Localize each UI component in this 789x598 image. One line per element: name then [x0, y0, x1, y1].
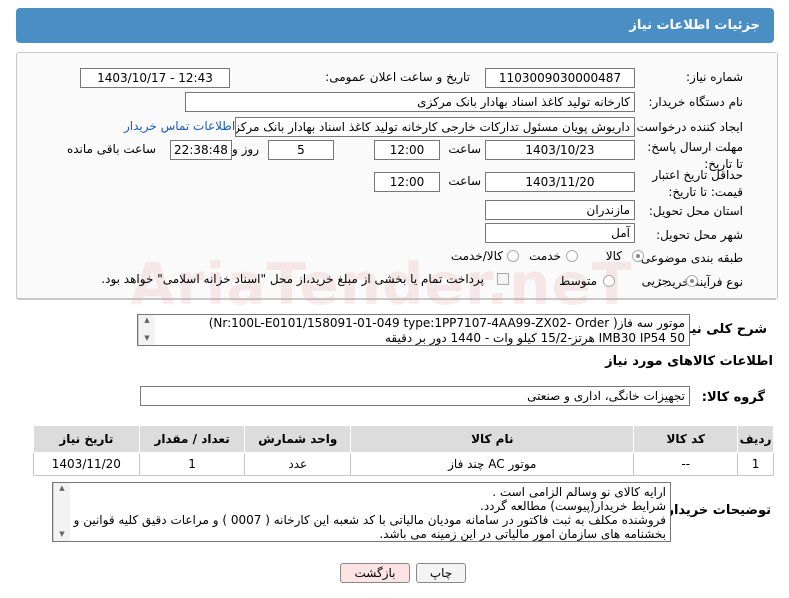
goods-table: ردیف کد کالا نام کالا واحد شمارش تعداد /…	[33, 425, 774, 476]
process-option-minor: جزیی	[641, 274, 669, 288]
col-code: کد کالا	[633, 425, 739, 453]
buyer-notes-scrollbar[interactable]: ▲ ▼	[53, 483, 70, 541]
goods-group-field: تجهیزات خانگی، اداری و صنعتی	[140, 386, 690, 406]
province-label: استان محل تحویل:	[648, 204, 743, 218]
buyer-notes-label: توضیحات خریدار:	[661, 503, 771, 518]
process-radio-medium[interactable]	[603, 275, 615, 287]
announce-field: 1403/10/17 - 12:43	[80, 68, 230, 88]
validity-time-label: ساعت	[448, 174, 481, 188]
category-label: طبقه بندی موضوعی:	[636, 251, 743, 265]
buyer-notes-box: ▲ ▼ ارایه کالای نو وسالم الزامی است . شر…	[52, 482, 671, 542]
cell-row: 1	[737, 452, 774, 476]
announce-label: تاریخ و ساعت اعلان عمومی:	[325, 70, 470, 84]
print-button[interactable]: چاپ	[416, 563, 466, 583]
city-label: شهر محل تحویل:	[656, 228, 743, 242]
category-radio-goods[interactable]	[632, 250, 644, 262]
need-number-label: شماره نیاز:	[686, 70, 743, 84]
description-line-2: 50 IMB30 IP54 هرتز-15/2 کیلو وات - 1440 …	[384, 331, 685, 345]
remaining-time-field: 22:38:48	[170, 140, 232, 160]
goods-group-label: گروه کالا:	[701, 390, 765, 405]
process-option-medium: متوسط	[559, 274, 597, 288]
category-option-goods: کالا	[605, 249, 622, 263]
days-field: 5	[268, 140, 334, 160]
validity-time-field: 12:00	[374, 172, 440, 192]
deadline-date-field: 1403/10/23	[485, 140, 635, 160]
buyer-notes-line-2: شرایط خریدار(پیوست) مطالعه گردد.	[480, 499, 666, 513]
separator	[16, 298, 776, 299]
goods-section-title: اطلاعات کالاهای مورد نیاز	[605, 354, 773, 369]
requester-label: ایجاد کننده درخواست:	[632, 120, 743, 134]
buyer-org-label: نام دستگاه خریدار:	[648, 95, 744, 109]
cell-date: 1403/11/20	[33, 452, 140, 476]
category-option-service: خدمت	[529, 249, 561, 263]
category-radio-goods-service[interactable]	[507, 250, 519, 262]
buyer-notes-line-3: فروشنده مکلف به ثبت فاکتور در سامانه مود…	[73, 513, 666, 527]
deadline-time-field: 12:00	[374, 140, 440, 160]
col-qty: تعداد / مقدار	[138, 425, 246, 453]
validity-date-field: 1403/11/20	[485, 172, 635, 192]
treasury-checkbox[interactable]	[497, 273, 509, 285]
col-unit: واحد شمارش	[244, 425, 352, 453]
col-row: ردیف	[737, 425, 774, 453]
page-header: جزئیات اطلاعات نیاز	[16, 8, 774, 43]
requester-field: داریوش پویان مسئول تدارکات خارجی کارخانه…	[235, 117, 635, 137]
page-title: جزئیات اطلاعات نیاز	[629, 18, 760, 33]
buyer-org-field: کارخانه تولید کاغذ اسناد بهادار بانک مرک…	[185, 92, 635, 112]
category-radio-service[interactable]	[566, 250, 578, 262]
city-field: آمل	[485, 223, 635, 243]
deadline-time-label: ساعت	[448, 142, 481, 156]
process-label: نوع فرآیند خرید :	[658, 275, 743, 289]
goods-table-header: ردیف کد کالا نام کالا واحد شمارش تعداد /…	[33, 425, 774, 453]
buyer-contact-link[interactable]: اطلاعات تماس خریدار	[124, 119, 235, 133]
validity-label: حداقل تاریخ اعتبار قیمت: تا تاریخ:	[652, 168, 743, 199]
cell-qty: 1	[138, 452, 246, 476]
treasury-note: پرداخت تمام یا بخشی از مبلغ خرید،از محل …	[101, 272, 484, 286]
col-date: تاریخ نیاز	[33, 425, 140, 453]
col-name: نام کالا	[350, 425, 635, 453]
description-box: ▲ ▼ موتور سه فاز( Nr:100L-E0101/158091-0…	[137, 314, 690, 346]
cell-code: --	[633, 452, 739, 476]
description-line-1: موتور سه فاز( Nr:100L-E0101/158091-01-04…	[208, 316, 685, 330]
cell-unit: عدد	[244, 452, 352, 476]
category-option-goods-service: کالا/خدمت	[450, 249, 503, 263]
back-button[interactable]: بازگشت	[340, 563, 410, 583]
cell-name: موتور AC چند فاز	[350, 452, 635, 476]
description-scrollbar[interactable]: ▲ ▼	[138, 315, 155, 345]
province-field: مازندران	[485, 200, 635, 220]
remaining-label: ساعت باقی مانده	[66, 142, 156, 156]
need-number-field: 1103009030000487	[485, 68, 635, 88]
table-row: 1 -- موتور AC چند فاز عدد 1 1403/11/20	[33, 452, 774, 476]
process-radio-minor[interactable]	[686, 275, 698, 287]
days-label: روز و	[232, 142, 259, 156]
buyer-notes-line-4: بخشنامه های سازمان امور مالیاتی در این ز…	[379, 527, 666, 541]
buyer-notes-line-1: ارایه کالای نو وسالم الزامی است .	[492, 485, 666, 499]
